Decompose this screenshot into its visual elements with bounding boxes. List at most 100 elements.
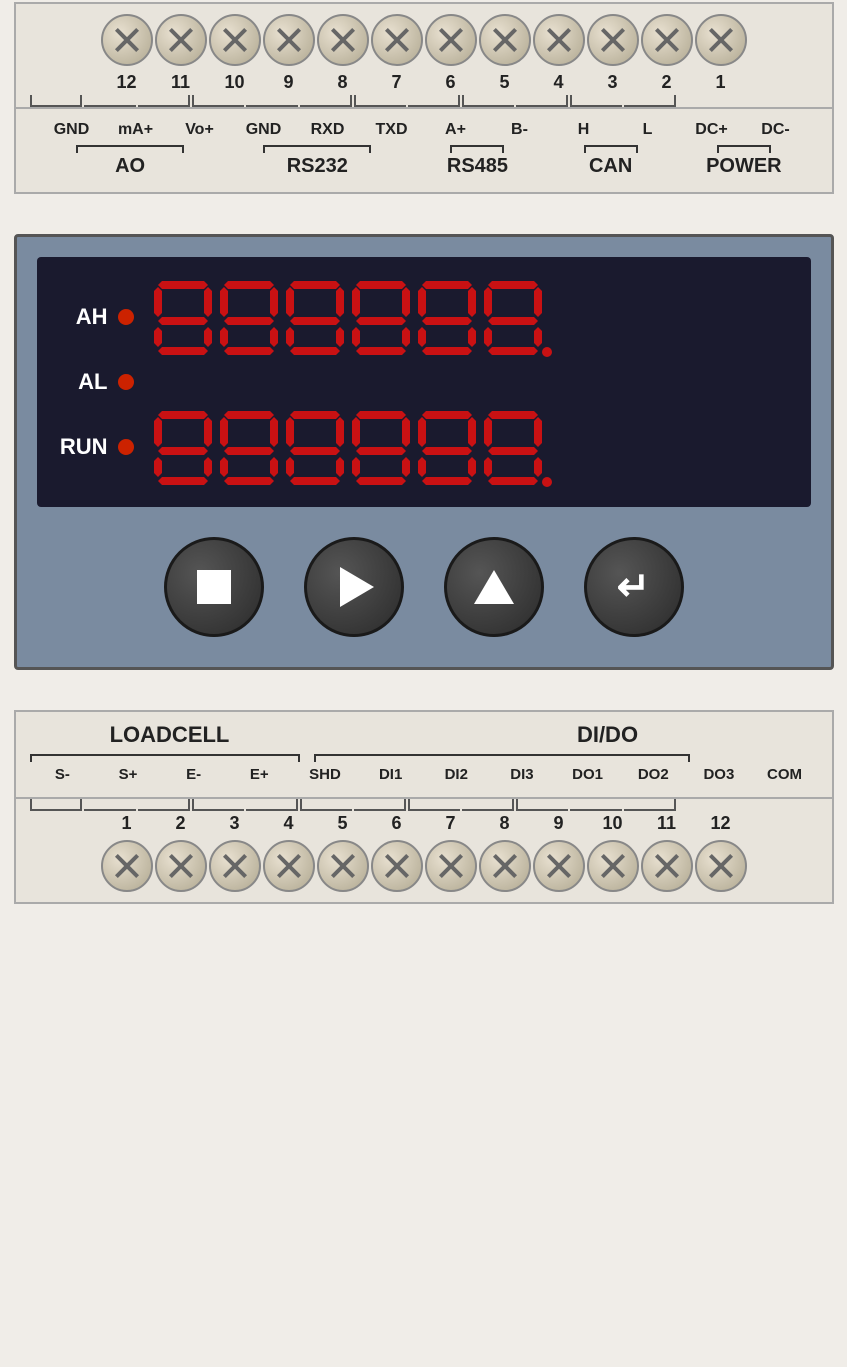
ah-digit-5 [418, 277, 476, 357]
group-dido-label: DI/DO [577, 722, 638, 748]
screw-t5 [479, 14, 531, 66]
pin-label-com: COM [759, 766, 811, 783]
run-digit-2 [220, 407, 278, 487]
top-group-brackets: AO RS232 RS485 CAN POWER [30, 145, 818, 178]
up-button[interactable] [444, 537, 544, 637]
pin-label-txd: TXD [366, 121, 418, 139]
pin-num-2: 2 [641, 72, 693, 93]
run-label: RUN [53, 434, 108, 460]
pin-label-vo: Vo+ [174, 121, 226, 139]
play-button[interactable] [304, 537, 404, 637]
group-power: POWER [690, 145, 798, 178]
pin-label-splus: S+ [102, 766, 154, 783]
ah-dot [118, 309, 134, 325]
bottom-connector-panel: 1 2 3 4 5 6 7 8 9 10 11 12 [14, 799, 834, 904]
group-loadcell: LOADCELL [30, 722, 310, 748]
display-row-al: AL [53, 369, 795, 395]
stop-button[interactable] [164, 537, 264, 637]
stop-icon [197, 570, 231, 604]
pin-label-bminus: B- [494, 121, 546, 139]
pin-label-dcplus: DC+ [686, 121, 738, 139]
pin-label-shd: SHD [299, 766, 351, 783]
pin-num-5: 5 [479, 72, 531, 93]
group-loadcell-label: LOADCELL [110, 722, 230, 748]
pin-label-di2: DI2 [430, 766, 482, 783]
bottom-pin-labels: S- S+ E- E+ SHD DI1 DI2 DI3 DO1 DO2 DO3 … [30, 766, 818, 783]
al-label: AL [53, 369, 108, 395]
pin-num-10: 10 [209, 72, 261, 93]
group-rs485: RS485 [423, 145, 531, 178]
ah-digits [154, 277, 552, 357]
top-connector-panel: 12 11 10 9 8 7 6 5 4 3 2 1 [14, 2, 834, 109]
display-row-run: RUN [53, 407, 795, 487]
enter-button[interactable]: ↵ [584, 537, 684, 637]
screw-b7 [425, 840, 477, 892]
bot-pin-num-11: 11 [641, 813, 693, 834]
pin-label-di3: DI3 [496, 766, 548, 783]
pin-num-4: 4 [533, 72, 585, 93]
screw-b5 [317, 840, 369, 892]
group-ao: AO [49, 145, 211, 178]
display-row-ah: AH [53, 277, 795, 357]
screw-t1 [695, 14, 747, 66]
group-rs232-label: RS232 [287, 155, 348, 178]
screw-b11 [641, 840, 693, 892]
pin-label-l: L [622, 121, 674, 139]
screw-t2 [641, 14, 693, 66]
screw-t11 [155, 14, 207, 66]
pin-label-ma: mA+ [110, 121, 162, 139]
bot-pin-num-12: 12 [695, 813, 747, 834]
screw-t3 [587, 14, 639, 66]
device-panel: AH [14, 234, 834, 670]
pin-num-6: 6 [425, 72, 477, 93]
up-icon [474, 570, 514, 604]
bot-pin-num-3: 3 [209, 813, 261, 834]
al-dot [118, 374, 134, 390]
screw-t6 [425, 14, 477, 66]
bot-pin-num-9: 9 [533, 813, 585, 834]
ah-label: AH [53, 304, 108, 330]
group-rs232: RS232 [236, 145, 398, 178]
run-digit-3 [286, 407, 344, 487]
pin-num-8: 8 [317, 72, 369, 93]
pin-num-1: 1 [695, 72, 747, 93]
bot-pin-num-1: 1 [101, 813, 153, 834]
screw-b9 [533, 840, 585, 892]
pin-label-gnd1: GND [46, 121, 98, 139]
pin-num-11: 11 [155, 72, 207, 93]
top-pin-labels: GND mA+ Vo+ GND RXD TXD A+ B- H L DC+ DC… [30, 121, 818, 139]
pin-label-dcminus: DC- [750, 121, 802, 139]
screw-b1 [101, 840, 153, 892]
pin-label-aplus: A+ [430, 121, 482, 139]
ah-digit-3 [286, 277, 344, 357]
ah-digit-1 [154, 277, 212, 357]
pin-label-gnd2: GND [238, 121, 290, 139]
bot-pin-num-10: 10 [587, 813, 639, 834]
bottom-numbers: 1 2 3 4 5 6 7 8 9 10 11 12 [16, 811, 832, 836]
run-digit-5 [418, 407, 476, 487]
bot-pin-num-4: 4 [263, 813, 315, 834]
ah-digit-4 [352, 277, 410, 357]
pin-label-do1: DO1 [562, 766, 614, 783]
run-digit-4 [352, 407, 410, 487]
screw-t12 [101, 14, 153, 66]
bot-pin-num-7: 7 [425, 813, 477, 834]
group-can-label: CAN [589, 155, 632, 178]
bottom-screws [16, 836, 832, 896]
group-can: CAN [557, 145, 665, 178]
group-rs485-label: RS485 [447, 155, 508, 178]
pin-label-h: H [558, 121, 610, 139]
top-screws [16, 10, 832, 70]
group-ao-label: AO [115, 155, 145, 178]
top-numbers: 12 11 10 9 8 7 6 5 4 3 2 1 [16, 70, 832, 95]
bot-pin-num-5: 5 [317, 813, 369, 834]
run-dot [118, 439, 134, 455]
screw-b4 [263, 840, 315, 892]
group-power-label: POWER [706, 155, 782, 178]
top-label-panel: GND mA+ Vo+ GND RXD TXD A+ B- H L DC+ DC… [14, 109, 834, 194]
pin-label-eplus: E+ [233, 766, 285, 783]
display-area: AH [37, 257, 811, 507]
screw-t7 [371, 14, 423, 66]
pin-label-do2: DO2 [627, 766, 679, 783]
pin-num-12: 12 [101, 72, 153, 93]
